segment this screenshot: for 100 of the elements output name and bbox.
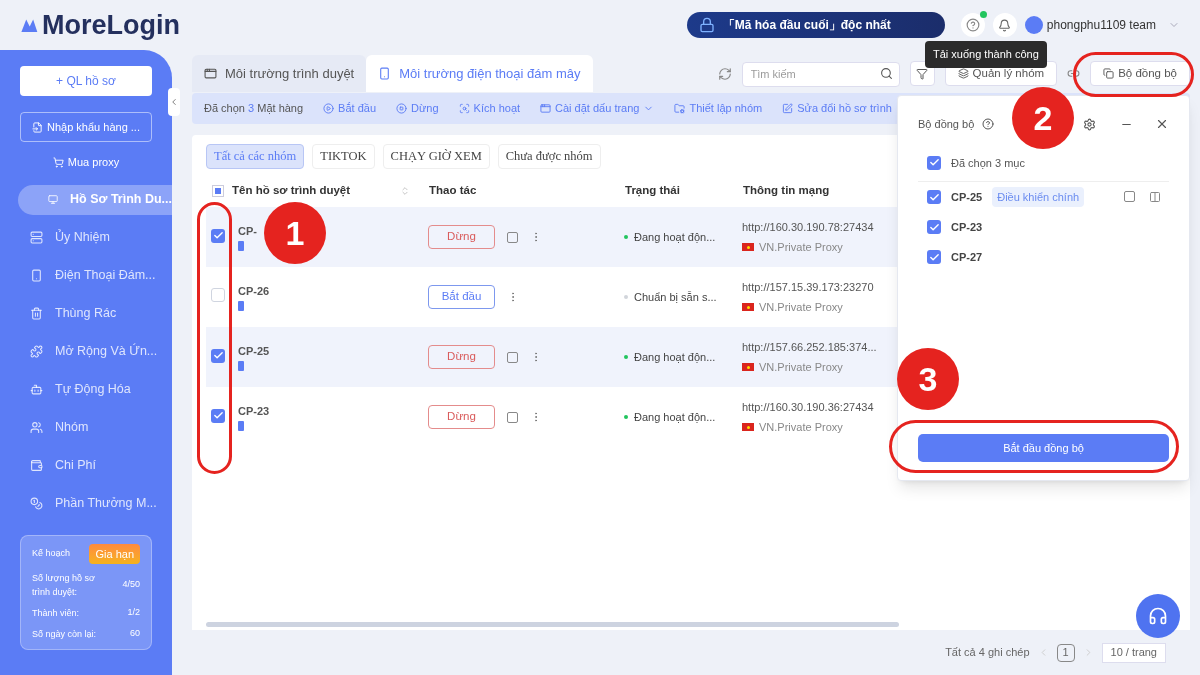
sidebar-item[interactable]: Hồ Sơ Trình Du...	[18, 184, 172, 215]
columns-icon[interactable]	[1149, 191, 1161, 203]
column-header: Thông tin mạng	[743, 183, 830, 199]
page-number[interactable]: 1	[1056, 643, 1075, 662]
user-name[interactable]: phongphu1109 team	[1046, 16, 1156, 34]
flag-icon	[742, 363, 754, 372]
start-button[interactable]: Bắt đầu	[428, 285, 495, 309]
profile-name: CP-26	[238, 283, 270, 299]
new-profile-button[interactable]: + QL hồ sơ	[20, 66, 152, 96]
sidebar-item[interactable]: Nhóm	[0, 412, 172, 443]
checkbox[interactable]	[211, 287, 225, 302]
profile-name: CP-25	[238, 343, 270, 359]
sidebar-item[interactable]: Mở Rộng Và Ứn...	[0, 336, 172, 367]
panel-title: Bộ đồng bộ	[918, 117, 975, 132]
checkbox[interactable]	[927, 190, 941, 204]
window-icon[interactable]	[507, 411, 518, 423]
stop-button[interactable]: Dừng	[428, 225, 495, 249]
plan-stat-value: 1/2	[127, 606, 140, 620]
window-icon[interactable]	[507, 351, 518, 363]
settings-icon[interactable]	[1083, 117, 1096, 131]
action-link[interactable]: Kích hoạt	[458, 100, 521, 117]
app-logo: MoreLogin	[42, 8, 180, 42]
layers-icon	[957, 68, 969, 79]
sidebar-item[interactable]: Ủy Nhiệm	[0, 222, 172, 253]
sidebar-item[interactable]: Thùng Rác	[0, 298, 172, 329]
profile-name: CP-	[238, 223, 257, 239]
page-size-select[interactable]: 10 / trang	[1101, 642, 1166, 663]
flag-icon	[742, 243, 754, 252]
copy-icon	[1103, 68, 1115, 79]
scan-icon	[458, 103, 470, 114]
select-all-checkbox[interactable]	[212, 185, 224, 198]
import-icon	[32, 121, 43, 133]
sidebar-item[interactable]: Điện Thoại Đám...	[0, 260, 172, 291]
group-chip[interactable]: Tất cả các nhóm	[206, 144, 305, 169]
promo-banner[interactable]: 「Mã hóa đầu cuối」độc nhất	[686, 12, 945, 38]
phone-icon	[30, 269, 43, 282]
sync-button[interactable]: Bộ đồng bộ	[1090, 61, 1190, 86]
buy-proxy-link[interactable]: Mua proxy	[52, 154, 120, 171]
checkbox[interactable]	[211, 348, 225, 363]
proxy-address: http://157.15.39.173:23270	[742, 279, 874, 295]
checkbox[interactable]	[927, 220, 941, 234]
profile-name: CP-23	[951, 219, 983, 235]
help-icon[interactable]	[982, 118, 995, 131]
stop-button[interactable]: Dừng	[428, 345, 495, 369]
puzzle-icon	[30, 345, 43, 358]
action-link[interactable]: Cài đặt dấu trang	[540, 100, 655, 117]
group-chip[interactable]: Chưa được nhóm	[497, 144, 601, 169]
tab[interactable]: Môi trường điện thoại đám mây	[366, 55, 593, 92]
proxy-type: VN.Private Proxy	[759, 360, 843, 375]
proxy-type: VN.Private Proxy	[759, 420, 843, 435]
action-link[interactable]: Thiết lập nhóm	[674, 100, 763, 117]
plan-title: Kế hoạch	[32, 547, 71, 560]
collapse-handle[interactable]	[168, 88, 180, 116]
cart-icon	[52, 156, 64, 168]
start-sync-button[interactable]: Bắt đầu đồng bộ	[918, 434, 1169, 462]
avatar-icon[interactable]	[1024, 16, 1043, 34]
phone-icon	[378, 67, 392, 80]
notification-icon[interactable]	[992, 13, 1017, 37]
action-link[interactable]: Sửa đổi hồ sơ trình	[782, 100, 892, 117]
monitor-icon	[48, 193, 59, 206]
profile-name: CP-25	[951, 189, 983, 205]
window-icon[interactable]	[1124, 191, 1135, 202]
checkbox[interactable]	[927, 155, 941, 170]
proxy-type: VN.Private Proxy	[759, 300, 843, 315]
scrollbar[interactable]	[206, 622, 899, 627]
column-header: Tên hồ sơ trình duyệt	[232, 183, 352, 199]
checkbox[interactable]	[211, 408, 225, 423]
phone-icon	[238, 421, 244, 432]
plan-stat-value: 60	[130, 627, 140, 641]
action-link[interactable]: Dừng	[396, 100, 439, 117]
plan-stat-label: Thành viên:	[32, 607, 81, 620]
status-text: Đang hoạt độn...	[634, 349, 716, 365]
checkbox[interactable]	[927, 250, 941, 264]
group-chip[interactable]: CHẠY GIỜ XEM	[382, 144, 490, 169]
window-icon[interactable]	[507, 231, 518, 243]
sidebar-item[interactable]: Tự Động Hóa	[0, 374, 172, 405]
profile-name: CP-23	[238, 403, 270, 419]
refresh-icon[interactable]	[717, 66, 732, 81]
action-link[interactable]: Bắt đầu	[323, 100, 377, 117]
window-icon	[540, 103, 552, 114]
column-header: Trạng thái	[625, 183, 681, 199]
stop-button[interactable]: Dừng	[428, 405, 495, 429]
import-button[interactable]: Nhập khẩu hàng ...	[20, 112, 152, 142]
link-icon[interactable]	[1067, 67, 1081, 80]
chevron-left-icon	[169, 97, 179, 107]
renew-button[interactable]: Gia hạn	[89, 543, 140, 564]
checkbox[interactable]	[211, 228, 225, 243]
status-text: Chuẩn bị sẵn s...	[634, 289, 717, 305]
group-chip[interactable]: TIKTOK	[312, 144, 375, 169]
sidebar-item[interactable]: Chi Phí	[0, 450, 172, 481]
tab[interactable]: Môi trường trình duyệt	[192, 55, 367, 92]
tooltip: Tải xuống thành công	[925, 41, 1047, 68]
search-icon[interactable]	[879, 67, 893, 80]
sidebar-item[interactable]: Phần Thưởng M...	[0, 488, 172, 519]
users-icon	[30, 421, 43, 434]
search-field[interactable]: Tìm kiếm	[741, 61, 900, 87]
flag-icon	[742, 303, 754, 312]
headset-icon	[1148, 606, 1168, 626]
status-text: Đang hoạt độn...	[634, 229, 716, 245]
stop-icon	[396, 103, 408, 114]
